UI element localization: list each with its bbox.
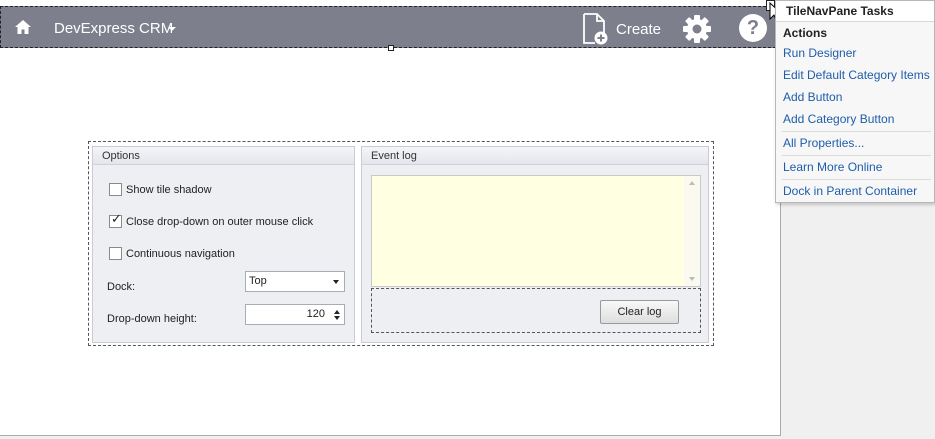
show-tile-shadow-checkbox[interactable]: Show tile shadow: [109, 183, 212, 196]
divider: [782, 155, 931, 156]
dock-label: Dock:: [107, 281, 136, 293]
all-properties-link[interactable]: All Properties...: [776, 136, 934, 151]
chevron-down-icon[interactable]: [168, 27, 176, 31]
dropdown-height-label: Drop-down height:: [107, 313, 197, 325]
home-icon[interactable]: [14, 19, 32, 35]
event-log-group: Event log Clear log: [361, 146, 709, 343]
spin-up-icon[interactable]: [334, 310, 340, 314]
options-group: Options Show tile shadow Close drop-down…: [92, 146, 355, 343]
checkbox-box-checked[interactable]: [109, 212, 122, 228]
selection-handle[interactable]: [388, 45, 394, 51]
create-button[interactable]: Create: [582, 13, 661, 45]
continuous-navigation-checkbox[interactable]: Continuous navigation: [109, 247, 235, 260]
dropdown-height-spinner[interactable]: 120: [245, 304, 345, 325]
edit-default-category-items-link[interactable]: Edit Default Category Items: [776, 68, 934, 83]
add-button-link[interactable]: Add Button: [776, 90, 934, 105]
divider: [782, 179, 931, 180]
options-header: Options: [93, 147, 354, 165]
run-designer-link[interactable]: Run Designer: [776, 46, 934, 61]
create-label: Create: [616, 20, 662, 38]
actions-heading: Actions: [783, 26, 828, 40]
clear-button-panel: Clear log: [371, 288, 701, 333]
nav-title[interactable]: DevExpress CRM: [54, 20, 173, 37]
new-document-icon: [583, 13, 608, 45]
clear-log-button[interactable]: Clear log: [600, 300, 679, 324]
scroll-down-icon[interactable]: [689, 277, 695, 281]
checkbox-label: Continuous navigation: [126, 247, 235, 260]
learn-more-online-link[interactable]: Learn More Online: [776, 160, 934, 175]
event-log-memo[interactable]: [371, 175, 701, 287]
dock-value: Top: [249, 275, 267, 287]
divider: [782, 131, 931, 132]
log-scrollbar[interactable]: [684, 176, 700, 286]
dropdown-height-value: 120: [306, 308, 325, 320]
tasks-title: TileNavPane Tasks: [776, 1, 934, 22]
dock-in-parent-container-link[interactable]: Dock in Parent Container: [776, 184, 934, 199]
help-button[interactable]: ?: [739, 14, 767, 42]
checkbox-label: Show tile shadow: [126, 183, 212, 196]
close-dropdown-checkbox[interactable]: Close drop-down on outer mouse click: [109, 212, 314, 228]
spin-down-icon[interactable]: [334, 316, 340, 320]
checkbox-label: Close drop-down on outer mouse click: [126, 215, 314, 228]
add-category-button-link[interactable]: Add Category Button: [776, 112, 934, 127]
dock-combobox[interactable]: Top: [245, 271, 345, 292]
checkbox-box[interactable]: [109, 183, 122, 196]
chevron-down-icon[interactable]: [333, 280, 339, 284]
event-log-header: Event log: [362, 147, 708, 165]
tasks-panel: TileNavPane Tasks Actions Run Designer E…: [775, 0, 935, 203]
layout-panel: Options Show tile shadow Close drop-down…: [88, 141, 714, 346]
gear-icon[interactable]: [682, 14, 712, 44]
checkbox-box[interactable]: [109, 247, 122, 260]
tile-nav-pane[interactable]: DevExpress CRM Create ?: [0, 6, 781, 48]
design-surface: DevExpress CRM Create ? Options Show til…: [0, 0, 781, 436]
scroll-up-icon[interactable]: [689, 181, 695, 185]
